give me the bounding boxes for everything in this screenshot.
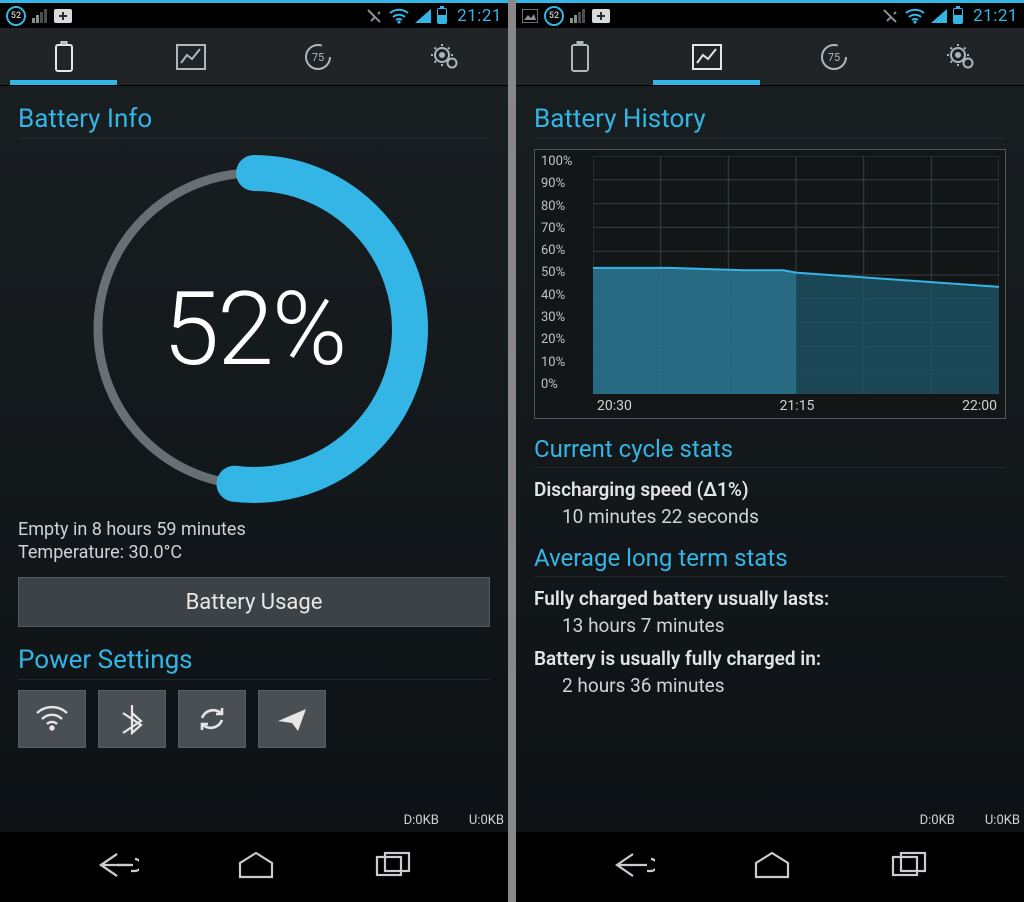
android-navbar: [516, 832, 1024, 902]
airplane-toggle-button[interactable]: [258, 690, 326, 748]
tab-settings[interactable]: [381, 28, 508, 85]
battery-ring: 52%: [74, 149, 434, 509]
tab-bar: 75: [0, 28, 508, 86]
empty-in-text: Empty in 8 hours 59 minutes: [18, 519, 490, 540]
plus-box-icon: [592, 9, 610, 23]
home-button[interactable]: [750, 851, 794, 883]
battery-status-icon: [437, 8, 447, 24]
discharge-speed-value: 10 minutes 22 seconds: [562, 505, 1006, 528]
full-charge-label: Battery is usually fully charged in:: [534, 647, 1006, 670]
back-button[interactable]: [611, 850, 655, 884]
picture-icon: [522, 9, 538, 23]
battery-history-chart[interactable]: 100%90%80%70%60%50%40%30%20%10%0% 20:302…: [534, 149, 1006, 419]
phone-left: 52 21:21: [0, 0, 508, 902]
bluetooth-icon: [121, 703, 143, 735]
plus-box-icon: [54, 9, 72, 23]
content-right: Battery History 100%90%80%70%60%50%40%30…: [516, 86, 1024, 832]
wifi-icon: [905, 8, 925, 24]
battery-ring-small-icon: 52: [6, 6, 26, 26]
chart-x-labels: 20:3021:1522:00: [597, 398, 997, 414]
net-down: D:0KB: [404, 813, 439, 828]
chart-y-labels: 100%90%80%70%60%50%40%30%20%10%0%: [541, 154, 572, 392]
gear-icon: [946, 43, 976, 71]
counter-icon: 75: [819, 42, 849, 72]
content-left: Battery Info 52% Empty in 8 hours 59 min…: [0, 86, 508, 832]
status-clock: 21:21: [457, 6, 502, 26]
back-button[interactable]: [95, 850, 139, 884]
temperature-text: Temperature: 30.0°C: [18, 542, 490, 563]
net-up: U:0KB: [469, 813, 504, 828]
status-clock: 21:21: [973, 6, 1018, 26]
sync-toggle-button[interactable]: [178, 690, 246, 748]
cell-signal-icon: [415, 9, 431, 23]
net-up: U:0KB: [985, 813, 1020, 828]
tab-battery[interactable]: [516, 28, 643, 85]
battery-status-icon: [953, 8, 963, 24]
bluetooth-toggle-button[interactable]: [98, 690, 166, 748]
battery-ring-small-icon: 52: [544, 6, 564, 26]
wifi-icon: [389, 8, 409, 24]
status-bar: 52 21:21: [516, 0, 1024, 28]
full-charge-value: 2 hours 36 minutes: [562, 674, 1006, 697]
page-title: Battery Info: [18, 104, 490, 139]
airplane-icon: [275, 704, 309, 734]
recent-button[interactable]: [889, 851, 929, 883]
wifi-icon: [35, 706, 69, 732]
net-footer: D:0KB U:0KB: [404, 813, 504, 828]
recent-button[interactable]: [373, 851, 413, 883]
tab-count[interactable]: 75: [770, 28, 897, 85]
vibrate-icon: [881, 8, 899, 24]
page-title: Battery History: [534, 104, 1006, 139]
net-down: D:0KB: [920, 813, 955, 828]
battery-percent-text: 52%: [74, 149, 434, 509]
cell-signal-icon: [931, 9, 947, 23]
svg-text:75: 75: [827, 51, 839, 64]
signal-icon: [570, 9, 586, 23]
home-button[interactable]: [234, 851, 278, 883]
vibrate-icon: [365, 8, 383, 24]
wifi-toggle-button[interactable]: [18, 690, 86, 748]
chart-plot: [593, 156, 999, 394]
net-footer: D:0KB U:0KB: [920, 813, 1020, 828]
tab-bar: 75: [516, 28, 1024, 86]
full-lasts-label: Fully charged battery usually lasts:: [534, 587, 1006, 610]
svg-text:75: 75: [311, 51, 323, 64]
android-navbar: [0, 832, 508, 902]
long-term-title: Average long term stats: [534, 544, 1006, 577]
tab-battery[interactable]: [0, 28, 127, 85]
status-bar: 52 21:21: [0, 0, 508, 28]
gear-icon: [430, 43, 460, 71]
signal-icon: [32, 9, 48, 23]
battery-icon: [52, 41, 76, 73]
cycle-stats-title: Current cycle stats: [534, 435, 1006, 468]
power-toggle-row: [18, 690, 490, 748]
tab-count[interactable]: 75: [254, 28, 381, 85]
full-lasts-value: 13 hours 7 minutes: [562, 614, 1006, 637]
tab-history[interactable]: [127, 28, 254, 85]
tab-history[interactable]: [643, 28, 770, 85]
battery-usage-button[interactable]: Battery Usage: [18, 577, 490, 627]
tab-settings[interactable]: [897, 28, 1024, 85]
power-settings-title: Power Settings: [18, 645, 490, 680]
discharge-speed-label: Discharging speed (Δ1%): [534, 478, 1006, 501]
battery-icon: [568, 41, 592, 73]
chart-icon: [175, 43, 207, 71]
counter-icon: 75: [303, 42, 333, 72]
chart-icon: [691, 43, 723, 71]
phone-right: 52 21:21: [516, 0, 1024, 902]
sync-icon: [196, 704, 228, 734]
